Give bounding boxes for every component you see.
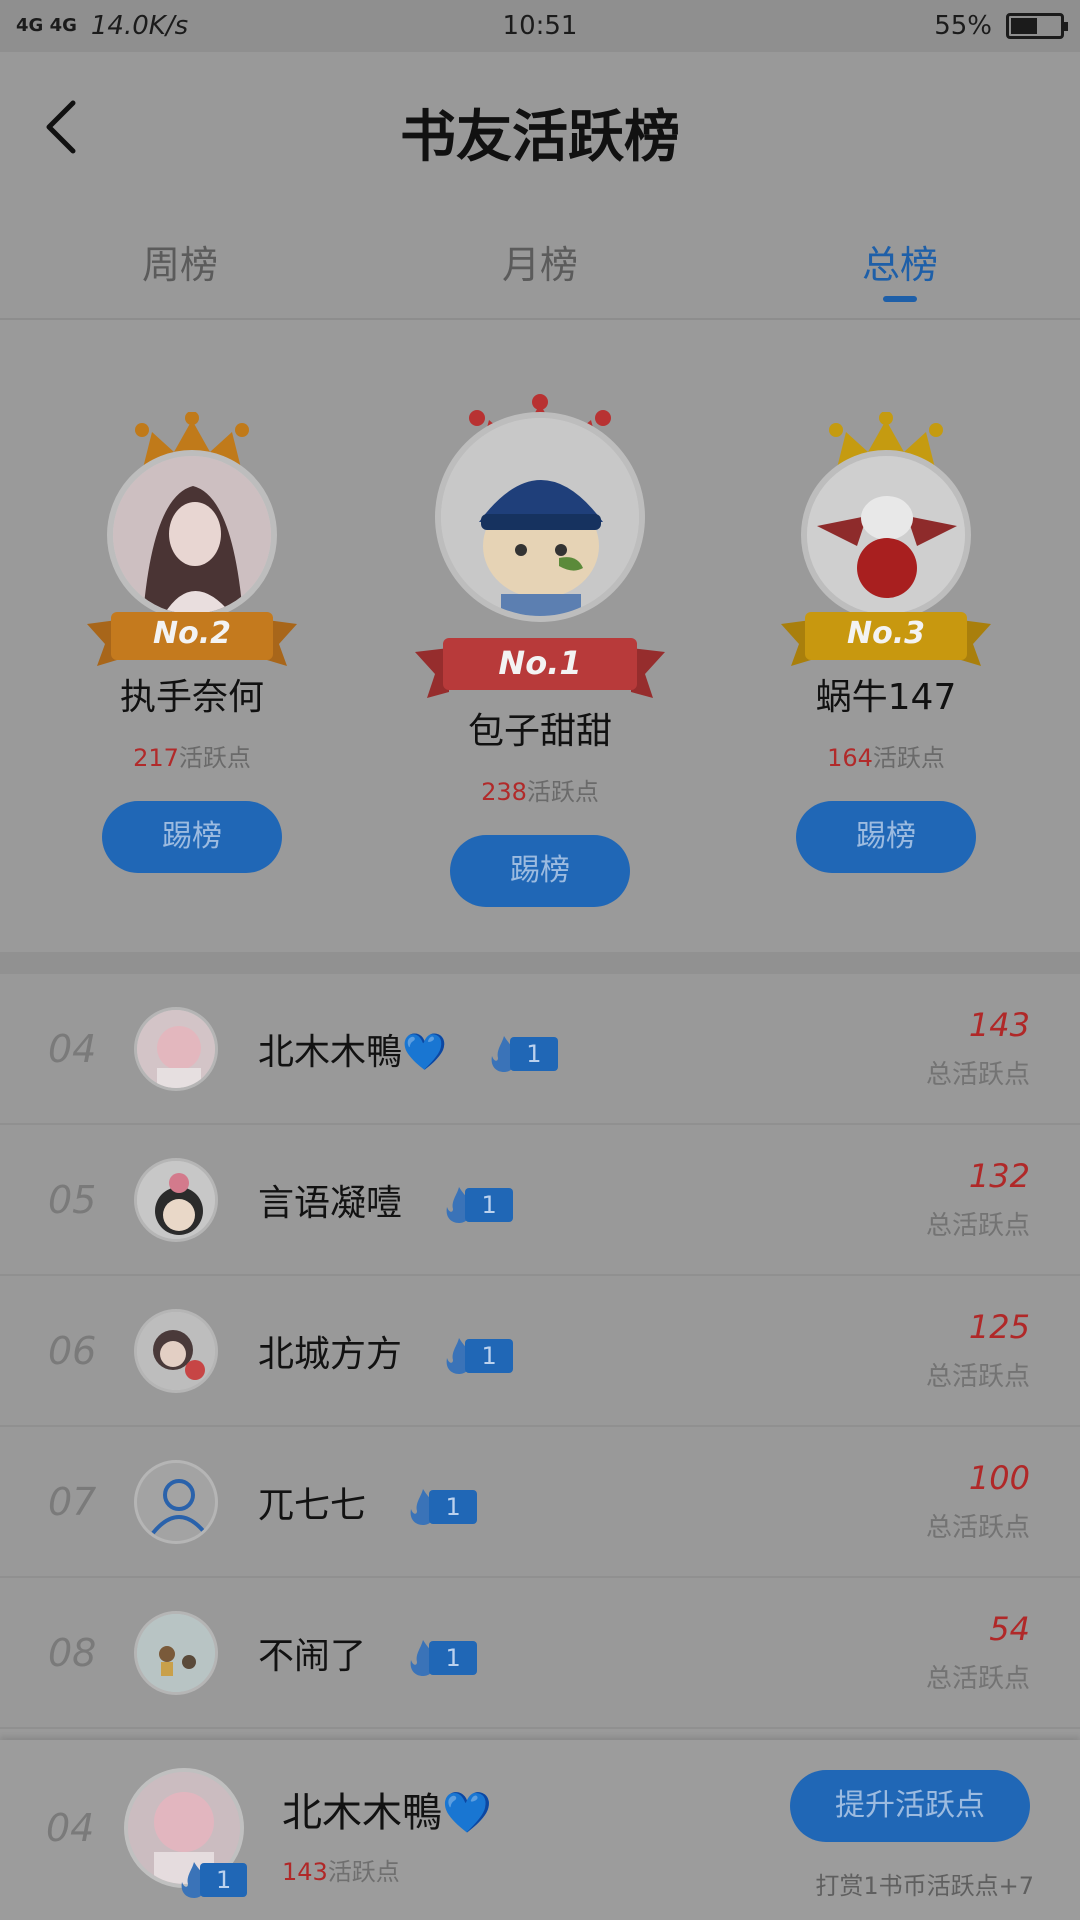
activity-badge: 1	[439, 1337, 513, 1374]
tab-weekly[interactable]: 周榜	[0, 202, 360, 318]
rank-badge: No.3	[847, 616, 925, 651]
photo-girl-avatar	[137, 1311, 215, 1390]
list-item[interactable]: 08 不闹了 1 54 总活跃点	[0, 1578, 1080, 1729]
score: 132 总活跃点	[925, 1157, 1030, 1241]
anime-girl-avatar	[137, 1009, 215, 1088]
activity-badge: 1	[403, 1488, 477, 1525]
avatar[interactable]	[801, 450, 971, 620]
my-name: 北木木鴨💙	[282, 1790, 492, 1836]
podium: No.2 执手奈何 217活跃点 踢榜 No.1 包子甜甜 238活跃点 踢榜 …	[0, 320, 1080, 952]
avatar[interactable]	[134, 1308, 218, 1393]
doll-girl-avatar	[137, 1160, 215, 1239]
kick-button[interactable]: 踢榜	[102, 801, 282, 873]
winner-points: 217活跃点	[133, 744, 251, 772]
user-name: 北木木鴨💙 1	[258, 1023, 558, 1075]
activity-badge: 1	[403, 1639, 477, 1676]
signal-indicator: 4G 4G	[16, 15, 77, 36]
winner-name: 包子甜甜	[467, 711, 612, 752]
list-item[interactable]: 04 北木木鴨💙 1 143 总活跃点	[0, 974, 1080, 1125]
kick-button[interactable]: 踢榜	[796, 801, 976, 873]
ranking-list: 04 北木木鴨💙 1 143 总活跃点 05 言语凝噎 1 132 总活跃点 0…	[0, 974, 1080, 1729]
podium-second: No.2 执手奈何 217活跃点 踢榜	[62, 412, 322, 873]
my-rank-number: 04	[46, 1806, 95, 1850]
podium-first: No.1 包子甜甜 238活跃点 踢榜	[410, 360, 670, 907]
avatar[interactable]	[107, 450, 277, 620]
rank-badge: No.1	[498, 644, 582, 682]
user-name: 兀七七 1	[258, 1476, 477, 1528]
avatar[interactable]	[435, 412, 645, 622]
tab-monthly[interactable]: 月榜	[360, 202, 720, 318]
cartoon-kids-avatar	[137, 1613, 215, 1692]
network-speed: 14.0K/s	[90, 11, 189, 41]
rank-number: 08	[48, 1630, 97, 1675]
section-divider	[0, 952, 1080, 974]
user-icon	[151, 1478, 207, 1534]
rank-number: 07	[48, 1479, 97, 1524]
bat-bunny-avatar	[807, 456, 965, 614]
list-item[interactable]: 06 北城方方 1 125 总活跃点	[0, 1276, 1080, 1427]
kick-button[interactable]: 踢榜	[450, 835, 630, 907]
winner-name: 执手奈何	[119, 677, 264, 718]
reward-tip: 打赏1书币活跃点+7	[815, 1872, 1034, 1900]
podium-third: No.3 蜗牛147 164活跃点 踢榜	[756, 412, 1016, 873]
score: 54 总活跃点	[925, 1610, 1030, 1694]
list-item[interactable]: 07 兀七七 1 100 总活跃点	[0, 1427, 1080, 1578]
my-points: 143活跃点	[282, 1858, 400, 1886]
rank-number: 06	[48, 1328, 97, 1373]
tab-total[interactable]: 总榜	[720, 202, 1080, 318]
battery-icon	[1006, 13, 1068, 39]
user-name: 言语凝噎 1	[258, 1174, 513, 1226]
rank-number: 04	[48, 1026, 97, 1071]
avatar[interactable]	[134, 1157, 218, 1242]
user-name: 北城方方 1	[258, 1325, 513, 1377]
tab-bar: 周榜 月榜 总榜	[0, 202, 1080, 320]
list-item[interactable]: 05 言语凝噎 1 132 总活跃点	[0, 1125, 1080, 1276]
winner-points: 238活跃点	[481, 778, 599, 806]
status-bar: 4G 4G 14.0K/s 10:51 55%	[0, 0, 1080, 52]
avatar[interactable]	[134, 1610, 218, 1695]
boost-activity-button[interactable]: 提升活跃点	[790, 1770, 1030, 1842]
rank-badge: No.2	[153, 616, 231, 651]
activity-badge: 1	[484, 1035, 558, 1072]
my-activity-badge: 1	[174, 1862, 248, 1898]
anime-girl-avatar	[113, 456, 271, 614]
rank-number: 05	[48, 1177, 97, 1222]
winner-points: 164活跃点	[827, 744, 945, 772]
activity-badge: 1	[439, 1186, 513, 1223]
user-name: 不闹了 1	[258, 1627, 477, 1679]
score: 143 总活跃点	[925, 1006, 1030, 1090]
winner-name: 蜗牛147	[815, 677, 957, 718]
score: 125 总活跃点	[925, 1308, 1030, 1392]
avatar[interactable]	[134, 1006, 218, 1091]
my-rank-bar: 04 1 北木木鴨💙 143活跃点 提升活跃点 打赏1书币活跃点+7	[0, 1740, 1080, 1920]
cartoon-boy-avatar	[441, 418, 639, 616]
avatar[interactable]	[134, 1459, 218, 1544]
score: 100 总活跃点	[925, 1459, 1030, 1543]
page-title: 书友活跃榜	[400, 104, 680, 170]
header: 书友活跃榜	[0, 52, 1080, 202]
battery-percent: 55%	[934, 11, 992, 41]
